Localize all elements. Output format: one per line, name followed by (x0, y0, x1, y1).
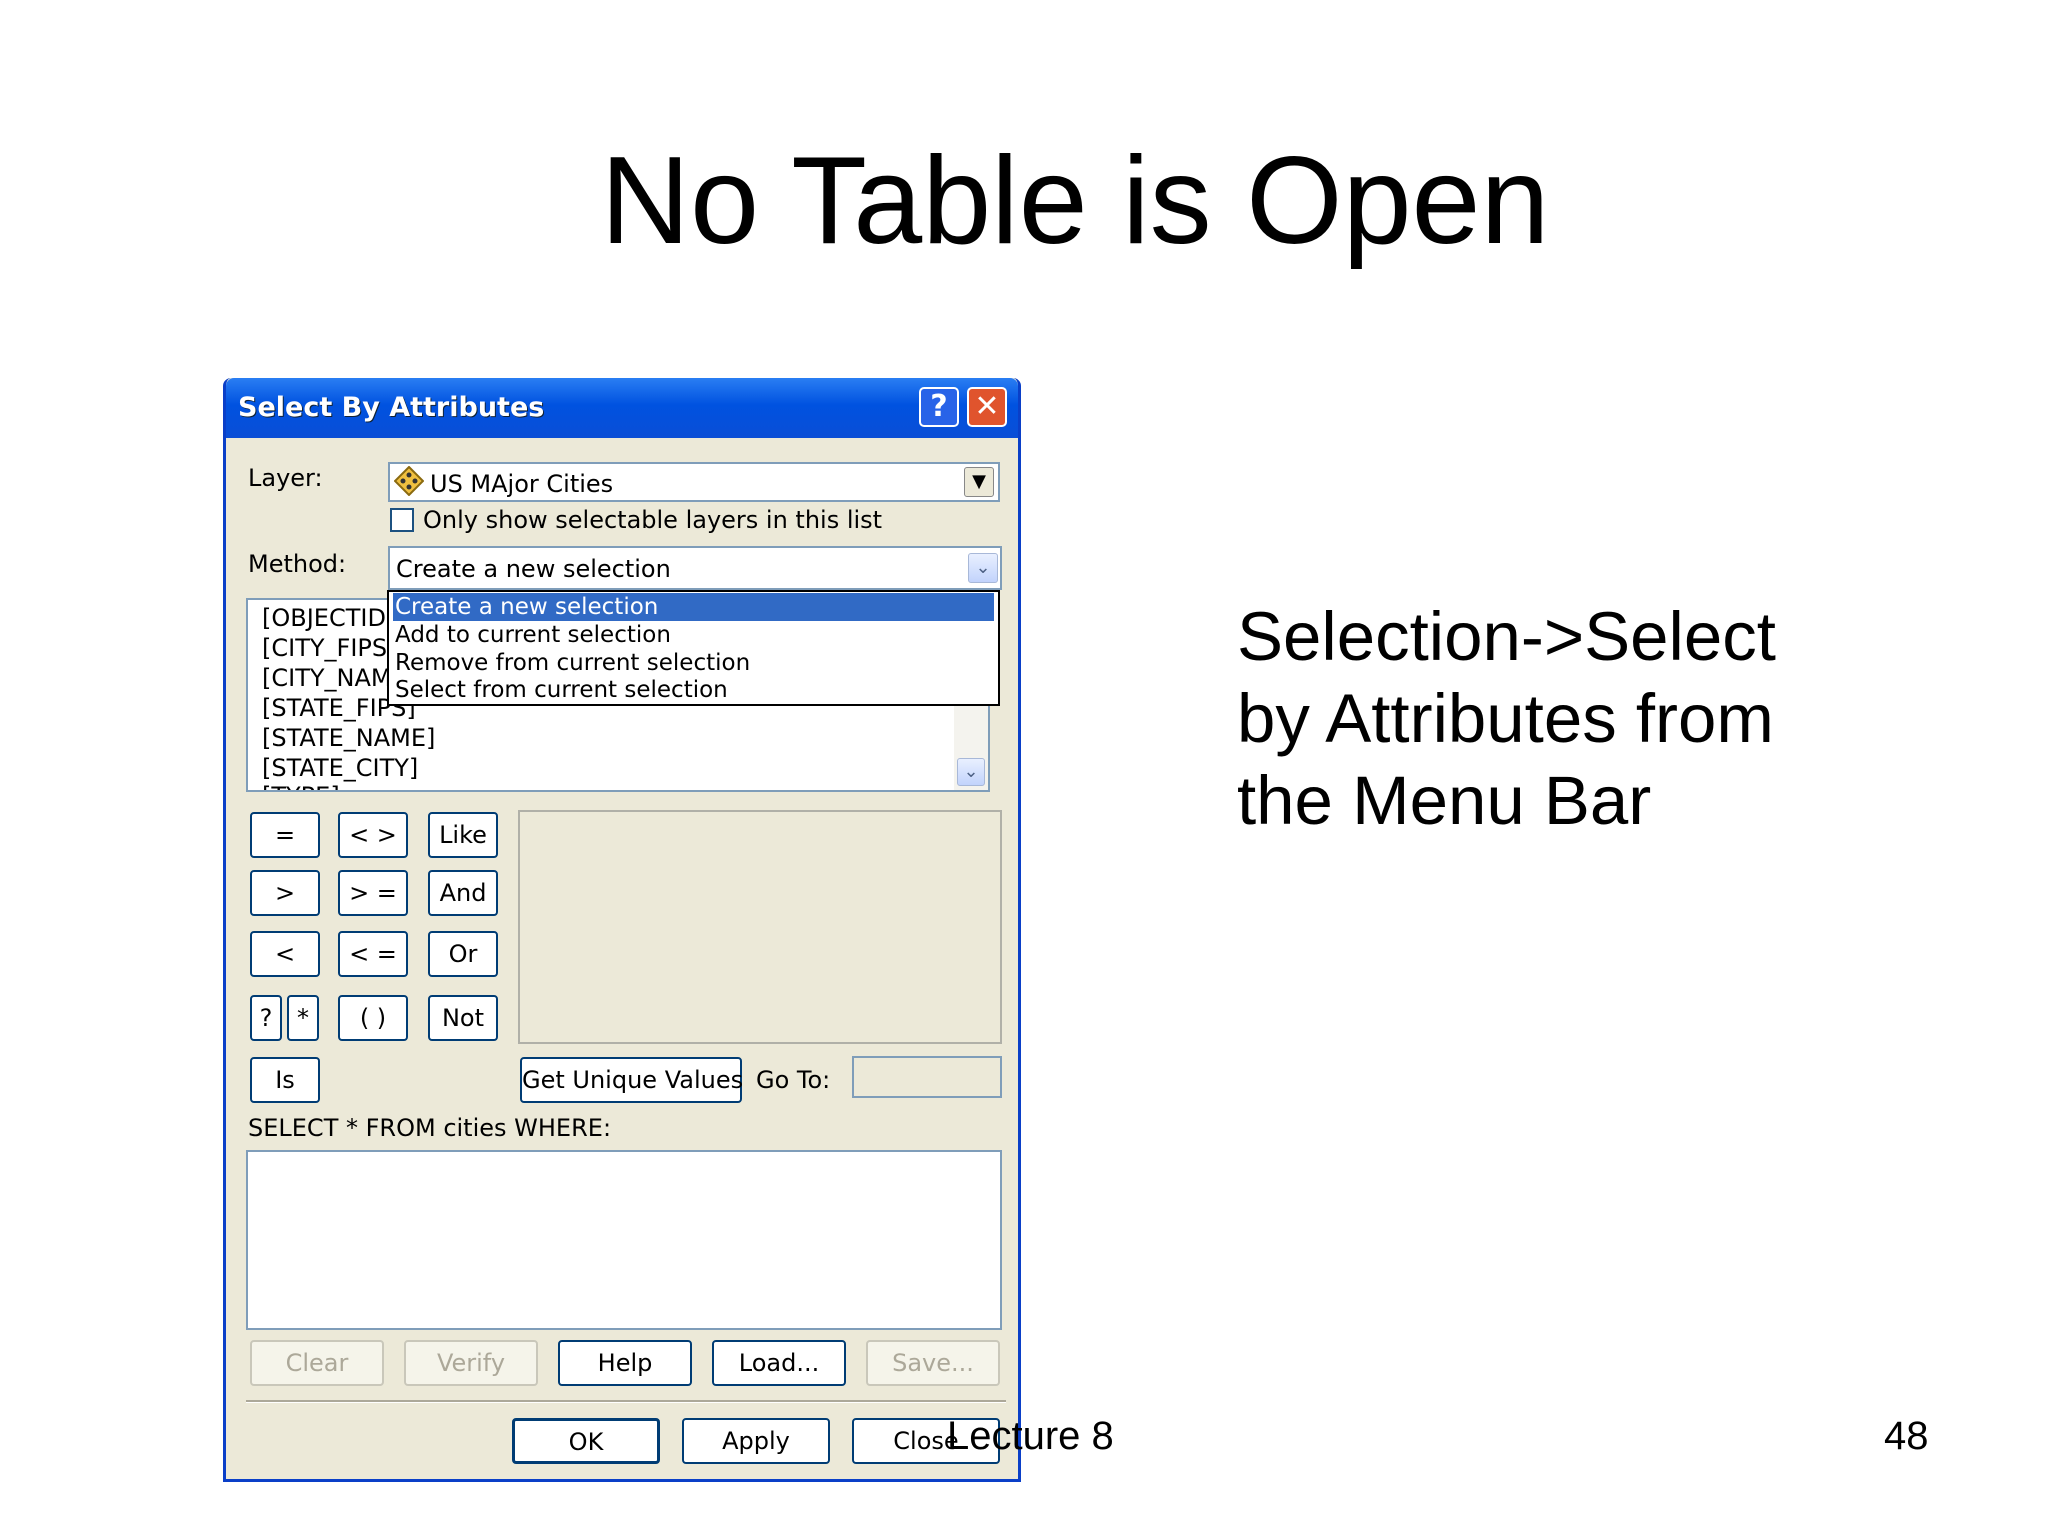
greater-than-button[interactable]: > (250, 870, 320, 916)
method-option[interactable]: Remove from current selection (393, 649, 994, 677)
footer-lecture: Lecture 8 (947, 1414, 1114, 1458)
greater-equal-button[interactable]: > = (338, 870, 408, 916)
dialog-title: Select By Attributes (238, 392, 545, 423)
parentheses-button[interactable]: ( ) (338, 995, 408, 1041)
query-textarea[interactable] (246, 1150, 1002, 1330)
save-button[interactable]: Save... (866, 1340, 1000, 1386)
less-than-button[interactable]: < (250, 931, 320, 977)
unique-values-panel[interactable] (518, 810, 1002, 1044)
scroll-down-icon[interactable]: ⌄ (957, 758, 985, 786)
slide-side-text: Selection->Select by Attributes from the… (1237, 598, 1776, 839)
is-button[interactable]: Is (250, 1057, 320, 1103)
method-option[interactable]: Create a new selection (393, 593, 994, 621)
field-item[interactable]: [STATE_NAME] (262, 723, 435, 753)
point-layer-icon (393, 465, 425, 497)
help-button[interactable]: Help (558, 1340, 692, 1386)
clear-button[interactable]: Clear (250, 1340, 384, 1386)
star-wildcard-button[interactable]: * (287, 995, 319, 1041)
not-button[interactable]: Not (428, 995, 498, 1041)
layer-value: US MAjor Cities (430, 470, 614, 498)
layer-dropdown[interactable]: US MAjor Cities ▼ (388, 462, 1000, 502)
method-value: Create a new selection (396, 555, 671, 583)
layer-dropdown-arrow[interactable]: ▼ (964, 467, 994, 497)
dialog-separator (246, 1400, 1006, 1403)
get-unique-values-button[interactable]: Get Unique Values (520, 1057, 743, 1103)
help-title-button[interactable]: ? (919, 387, 959, 427)
field-item[interactable]: [CITY_FIPS] (262, 633, 396, 663)
page-number: 48 (1884, 1414, 1929, 1458)
field-item[interactable]: [TYPE] (262, 781, 340, 790)
method-label: Method: (248, 550, 347, 578)
method-option[interactable]: Select from current selection (393, 676, 994, 704)
less-equal-button[interactable]: < = (338, 931, 408, 977)
field-item[interactable]: [OBJECTID] (262, 603, 395, 633)
field-item[interactable]: [STATE_CITY] (262, 753, 418, 783)
only-selectable-checkbox[interactable] (390, 508, 414, 532)
equals-button[interactable]: = (250, 812, 320, 858)
or-button[interactable]: Or (428, 931, 498, 977)
and-button[interactable]: And (428, 870, 498, 916)
slide-title: No Table is Open (600, 132, 1550, 270)
close-title-button[interactable]: ✕ (967, 387, 1007, 427)
method-dropdown-list[interactable]: Create a new selection Add to current se… (387, 590, 1000, 706)
layer-label: Layer: (248, 464, 323, 492)
dialog-titlebar[interactable]: Select By Attributes ? ✕ (226, 378, 1018, 438)
method-option[interactable]: Add to current selection (393, 621, 994, 649)
ok-button[interactable]: OK (512, 1418, 660, 1464)
query-prefix-label: SELECT * FROM cities WHERE: (248, 1114, 612, 1142)
field-item[interactable]: [CITY_NAM (262, 663, 392, 693)
only-selectable-label: Only show selectable layers in this list (423, 506, 883, 534)
select-by-attributes-dialog: Select By Attributes ? ✕ Layer: US MAjor… (223, 378, 1021, 1482)
goto-label: Go To: (756, 1066, 831, 1094)
load-button[interactable]: Load... (712, 1340, 846, 1386)
goto-input[interactable] (852, 1056, 1002, 1098)
question-wildcard-button[interactable]: ? (250, 995, 282, 1041)
method-dropdown[interactable]: Create a new selection ⌄ (388, 546, 1002, 590)
verify-button[interactable]: Verify (404, 1340, 538, 1386)
apply-button[interactable]: Apply (682, 1418, 830, 1464)
like-button[interactable]: Like (428, 812, 498, 858)
chevron-down-icon[interactable]: ⌄ (968, 553, 998, 583)
not-equal-button[interactable]: < > (338, 812, 408, 858)
